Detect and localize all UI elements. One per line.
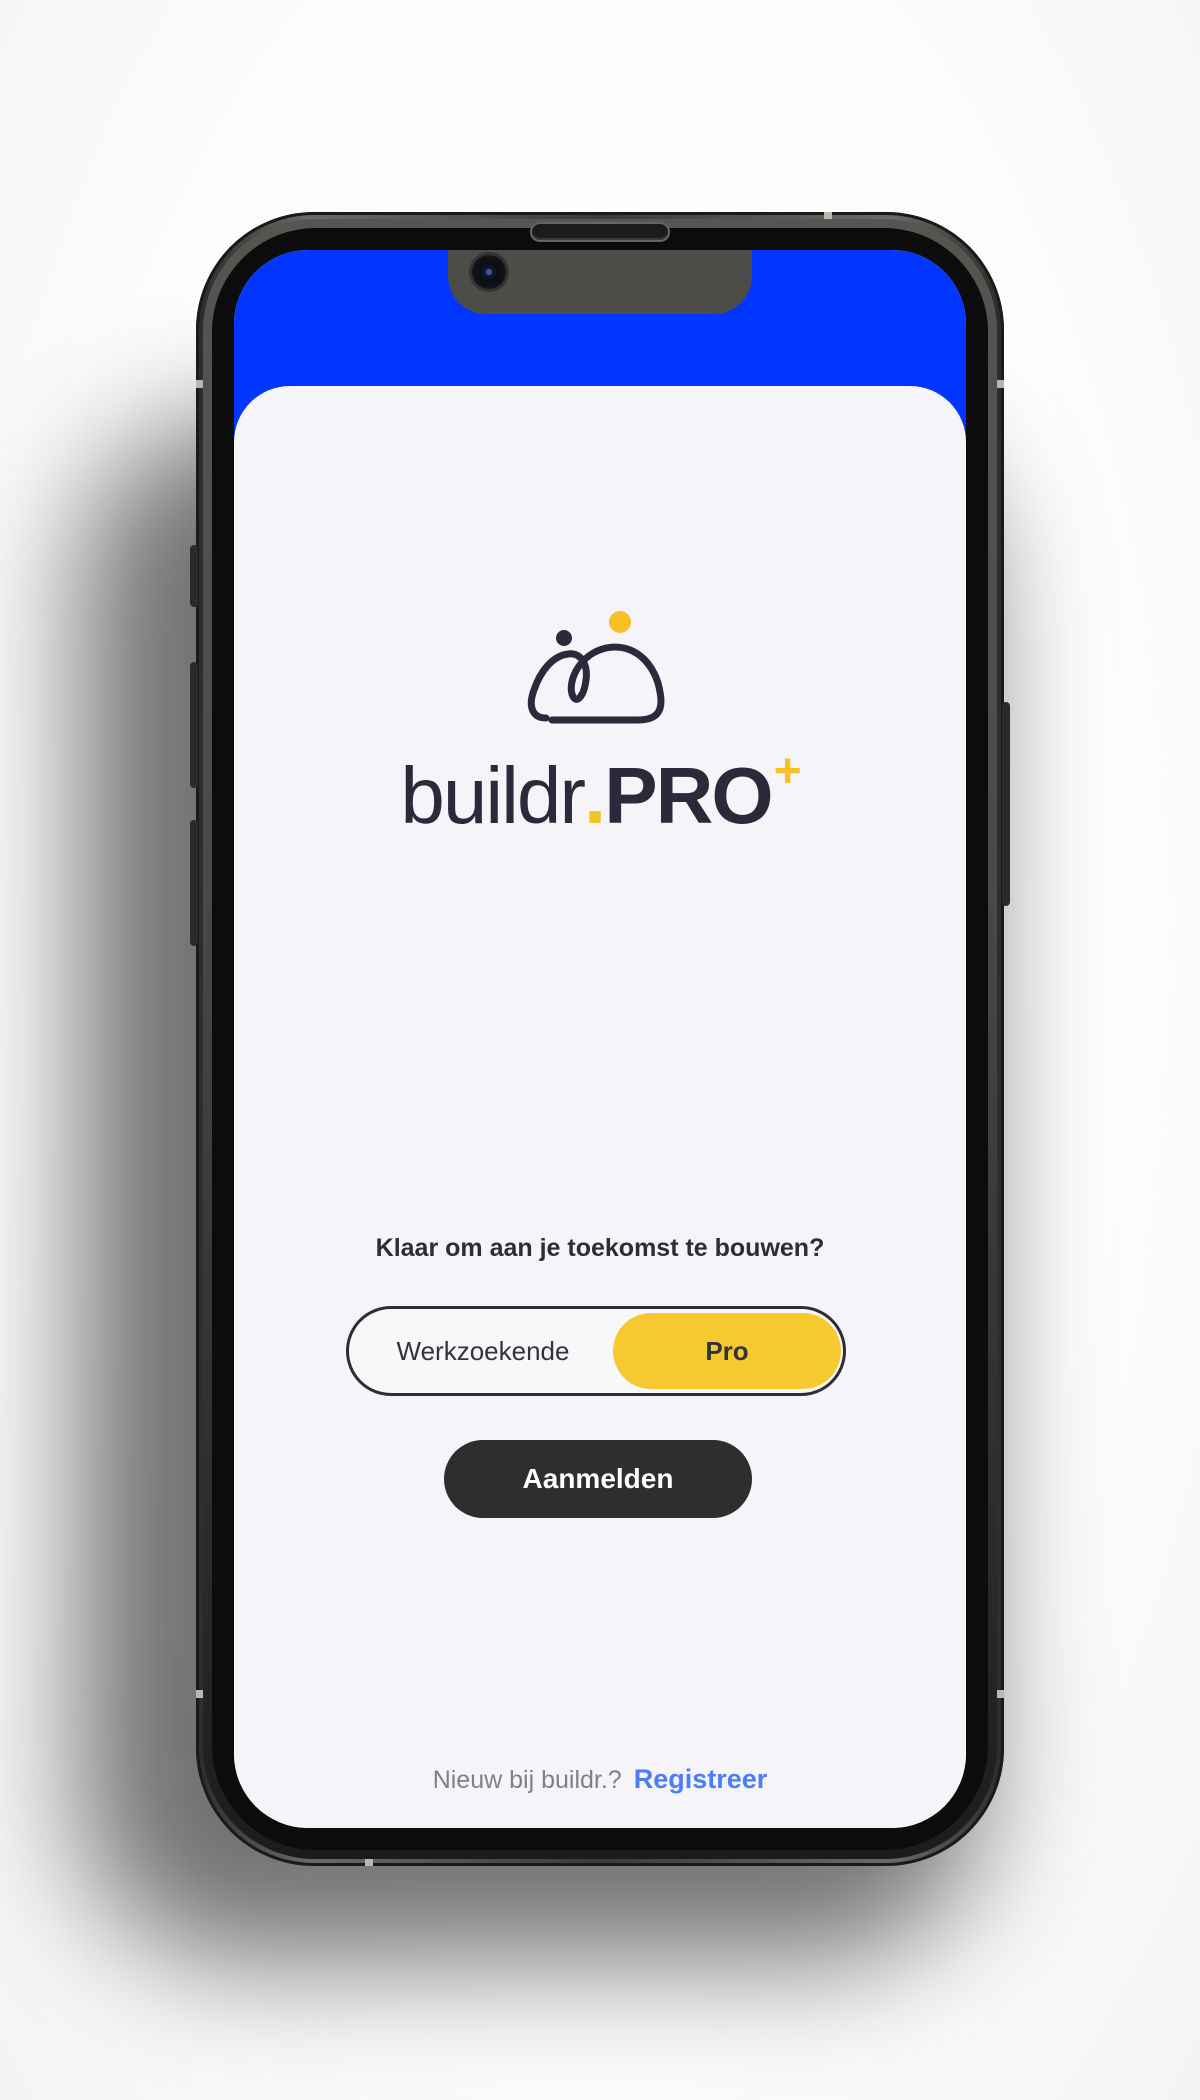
antenna-line	[196, 380, 203, 388]
antenna-line	[196, 1690, 203, 1698]
logo-word-main: buildr	[400, 751, 586, 840]
camera-lens	[486, 269, 492, 275]
register-link[interactable]: Registreer	[634, 1764, 768, 1794]
mute-switch	[190, 545, 198, 607]
register-prompt: Nieuw bij buildr.?	[432, 1766, 622, 1794]
login-button[interactable]: Aanmelden	[444, 1440, 752, 1518]
antenna-line	[997, 380, 1004, 388]
earpiece-speaker	[532, 224, 668, 240]
phone-screen: buildr.PRO+ Klaar om aan je toekomst te …	[234, 250, 966, 1828]
content-card	[234, 386, 966, 1828]
register-footer: Nieuw bij buildr.? Registreer	[234, 1764, 966, 1795]
logo-word-pro: PRO	[604, 751, 773, 840]
volume-down-button	[190, 820, 198, 946]
logo-word-dot: .	[584, 751, 606, 840]
front-camera-icon	[472, 255, 506, 289]
role-option-pro[interactable]: Pro	[613, 1313, 841, 1389]
app-logo: buildr.PRO+	[234, 610, 966, 850]
volume-up-button	[190, 662, 198, 788]
buildr-logo-mark-icon	[527, 611, 665, 724]
power-button	[1002, 702, 1010, 906]
antenna-line	[365, 1859, 373, 1866]
role-option-werkzoekende[interactable]: Werkzoekende	[353, 1313, 613, 1389]
antenna-line	[997, 1690, 1004, 1698]
antenna-line	[824, 212, 832, 219]
logo-wordmark: buildr.PRO+	[234, 748, 966, 836]
role-toggle[interactable]: Werkzoekende Pro	[346, 1306, 846, 1396]
tagline: Klaar om aan je toekomst te bouwen?	[375, 1234, 825, 1262]
logo-word-plus: +	[773, 745, 802, 798]
